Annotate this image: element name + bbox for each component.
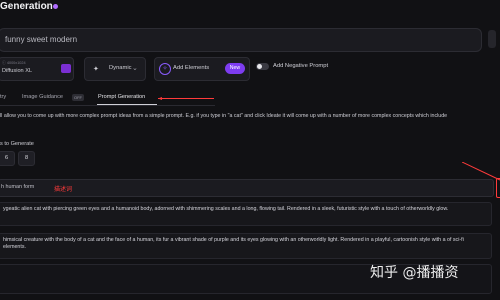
model-icon xyxy=(61,64,71,73)
chevron-down-icon: ⌄ xyxy=(132,65,138,72)
prompt-scrollbar[interactable] xyxy=(488,30,496,48)
idea-input-text: h human form xyxy=(1,184,35,190)
sparkle-icon: ✧ xyxy=(159,63,171,75)
red-arrow-annotation xyxy=(158,97,214,100)
red-diagonal-annotation xyxy=(462,162,500,181)
generated-prompt-1[interactable]: ygeatic alien cat with piercing green ey… xyxy=(0,202,492,226)
toggle-knob xyxy=(257,64,262,69)
style-selector[interactable]: ✦ Dynamic ⌄ xyxy=(84,57,146,81)
status-dot xyxy=(53,4,58,9)
ideas-count-label: s to Generate xyxy=(0,141,34,147)
tab-image-guidance[interactable]: Image Guidance xyxy=(22,94,63,100)
new-badge: New xyxy=(225,63,245,74)
negative-prompt-label: Add Negative Prompt xyxy=(273,63,329,69)
tab-prompt-generation[interactable]: Prompt Generation xyxy=(98,94,145,100)
model-name: Diffusion XL xyxy=(2,68,33,74)
model-resolution: ⓘ 4000x1024 xyxy=(2,61,26,65)
generated-prompt-2[interactable]: himsical creature with the body of a cat… xyxy=(0,233,492,259)
style-label: Dynamic xyxy=(109,65,132,71)
add-elements-label: Add Elements xyxy=(173,65,210,71)
add-elements-button[interactable]: ✧ Add Elements New xyxy=(154,57,250,81)
prompt-generation-description: ll allow you to come up with more comple… xyxy=(0,113,448,119)
ideas-option-8[interactable]: 8 xyxy=(18,151,35,166)
prompt-input[interactable]: funny sweet modern xyxy=(0,28,482,52)
watermark: 知乎 @播播资 xyxy=(370,265,459,281)
ideas-option-6[interactable]: 6 xyxy=(0,151,15,166)
image-guidance-off-badge: OFF xyxy=(72,94,84,101)
tabs-divider xyxy=(0,105,215,106)
page-title: Generation xyxy=(0,1,53,12)
negative-prompt-toggle[interactable] xyxy=(256,63,269,70)
idea-input[interactable]: h human form 描述词 xyxy=(0,179,494,197)
prompt-text: funny sweet modern xyxy=(5,35,78,44)
annotation-label: 描述词 xyxy=(54,187,73,193)
magic-wand-icon: ✦ xyxy=(93,66,99,73)
model-selector[interactable]: ⓘ 4000x1024 Diffusion XL xyxy=(0,57,74,81)
tab-history[interactable]: try xyxy=(0,94,6,100)
